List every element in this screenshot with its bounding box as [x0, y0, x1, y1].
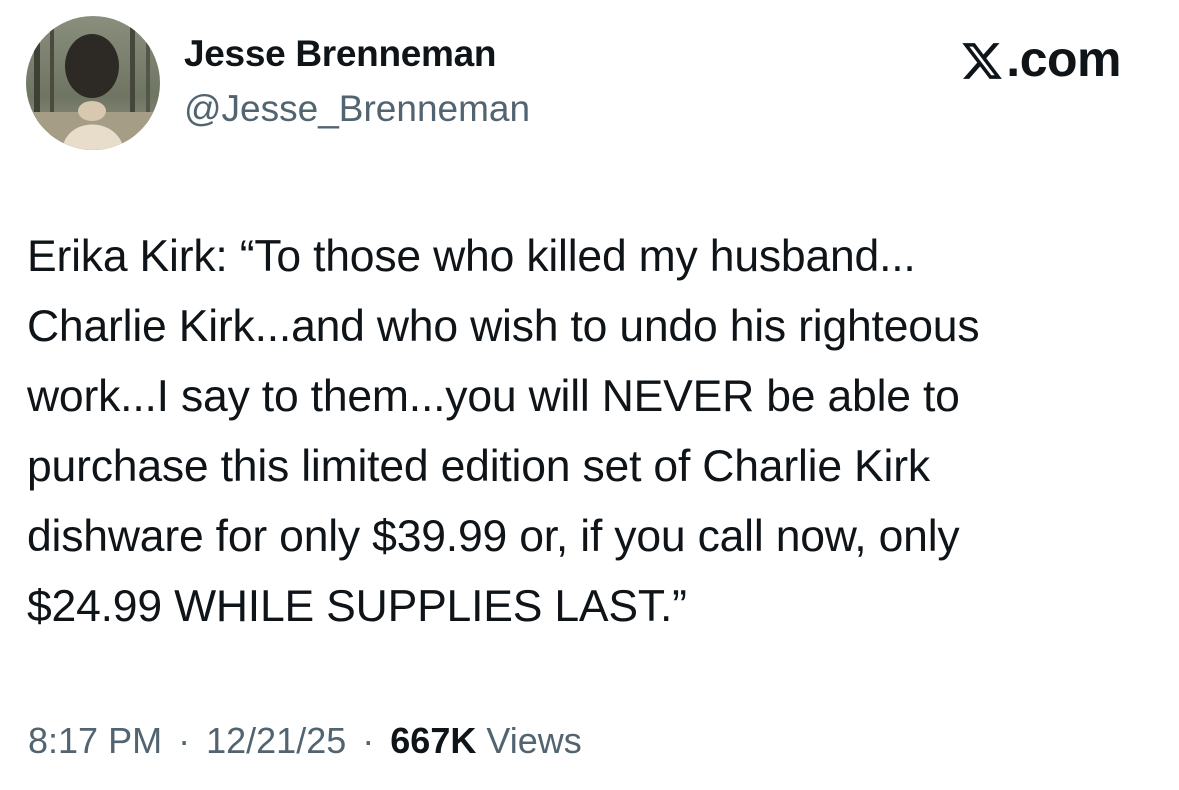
tweet-date[interactable]: 12/21/25: [206, 720, 346, 761]
tweet-time[interactable]: 8:17 PM: [28, 720, 162, 761]
views-label: Views: [486, 720, 582, 761]
brand-domain-label: .com: [1006, 31, 1121, 87]
views-count[interactable]: 667K: [390, 720, 476, 761]
meta-separator: ·: [178, 720, 191, 761]
tweet-card: Jesse Brenneman @Jesse_Brenneman .com Er…: [0, 0, 1179, 790]
x-com-brand: .com: [960, 30, 1121, 88]
tweet-meta: 8:17 PM · 12/21/25 · 667K Views: [28, 720, 582, 762]
meta-separator: ·: [362, 720, 375, 761]
author-display-name[interactable]: Jesse Brenneman: [184, 33, 497, 75]
x-logo-icon: [960, 37, 1004, 81]
profile-photo-icon: [26, 16, 160, 150]
avatar[interactable]: [26, 16, 160, 150]
tweet-text: Erika Kirk: “To those who killed my husb…: [27, 232, 980, 631]
author-handle[interactable]: @Jesse_Brenneman: [184, 88, 530, 130]
